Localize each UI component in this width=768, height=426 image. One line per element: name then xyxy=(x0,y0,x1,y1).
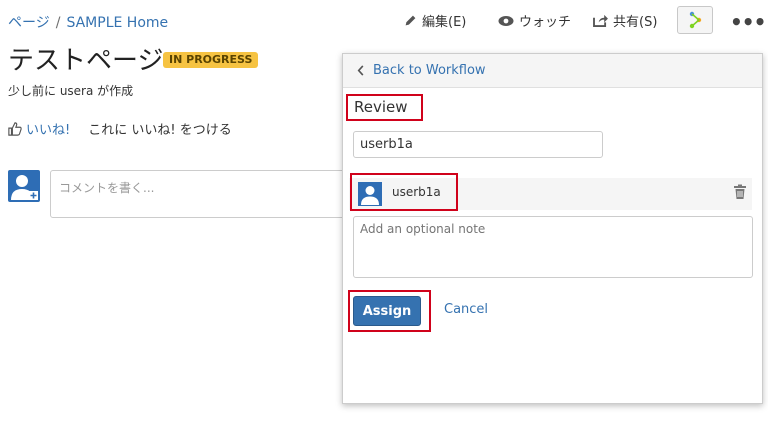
watch-label: ウォッチ xyxy=(519,15,572,30)
breadcrumb: ページ / SAMPLE Home xyxy=(8,12,168,32)
back-label: Back to Workflow xyxy=(373,63,486,78)
like-row: いいね! これに いいね! をつける xyxy=(8,119,232,138)
page-byline: 少し前に usera が作成 xyxy=(8,84,134,98)
watch-button[interactable]: ウォッチ xyxy=(498,11,571,30)
chevron-left-icon xyxy=(357,65,364,76)
share-button[interactable]: 共有(S) xyxy=(593,11,657,30)
back-to-workflow-link[interactable]: Back to Workflow xyxy=(357,63,486,78)
breadcrumb-home-link[interactable]: SAMPLE Home xyxy=(66,15,168,31)
breadcrumb-pages-link[interactable]: ページ xyxy=(8,15,50,31)
avatar-icon xyxy=(11,175,38,200)
step-title: Review xyxy=(354,98,408,116)
breadcrumb-separator: / xyxy=(55,15,61,31)
like-prompt: これに いいね! をつける xyxy=(88,123,232,138)
comment-input[interactable]: コメントを書く... xyxy=(50,170,350,218)
share-icon xyxy=(593,14,608,27)
note-textarea[interactable] xyxy=(353,216,753,278)
page-title: テストページ xyxy=(8,46,164,76)
edit-button[interactable]: 編集(E) xyxy=(404,11,466,30)
status-badge: IN PROGRESS xyxy=(163,52,259,68)
assignee-search-input[interactable] xyxy=(353,131,603,158)
highlight-assignee xyxy=(350,173,458,211)
edit-label: 編集(E) xyxy=(422,15,467,30)
panel-header: Back to Workflow xyxy=(343,54,762,88)
share-label: 共有(S) xyxy=(613,15,658,30)
assign-button[interactable]: Assign xyxy=(353,296,421,326)
workflow-icon xyxy=(689,11,702,29)
like-link[interactable]: いいね! xyxy=(26,119,70,138)
workflow-panel: Back to Workflow Review userb1a Assign C… xyxy=(342,53,763,404)
eye-icon xyxy=(498,15,514,26)
thumbs-up-icon xyxy=(8,121,22,136)
cancel-link[interactable]: Cancel xyxy=(444,302,488,317)
pencil-icon xyxy=(405,15,416,26)
workflow-button[interactable] xyxy=(677,6,713,34)
remove-assignee-button[interactable] xyxy=(733,184,747,204)
avatar xyxy=(8,170,40,202)
trash-icon xyxy=(734,184,746,199)
more-actions-button[interactable]: ••• xyxy=(730,10,766,34)
